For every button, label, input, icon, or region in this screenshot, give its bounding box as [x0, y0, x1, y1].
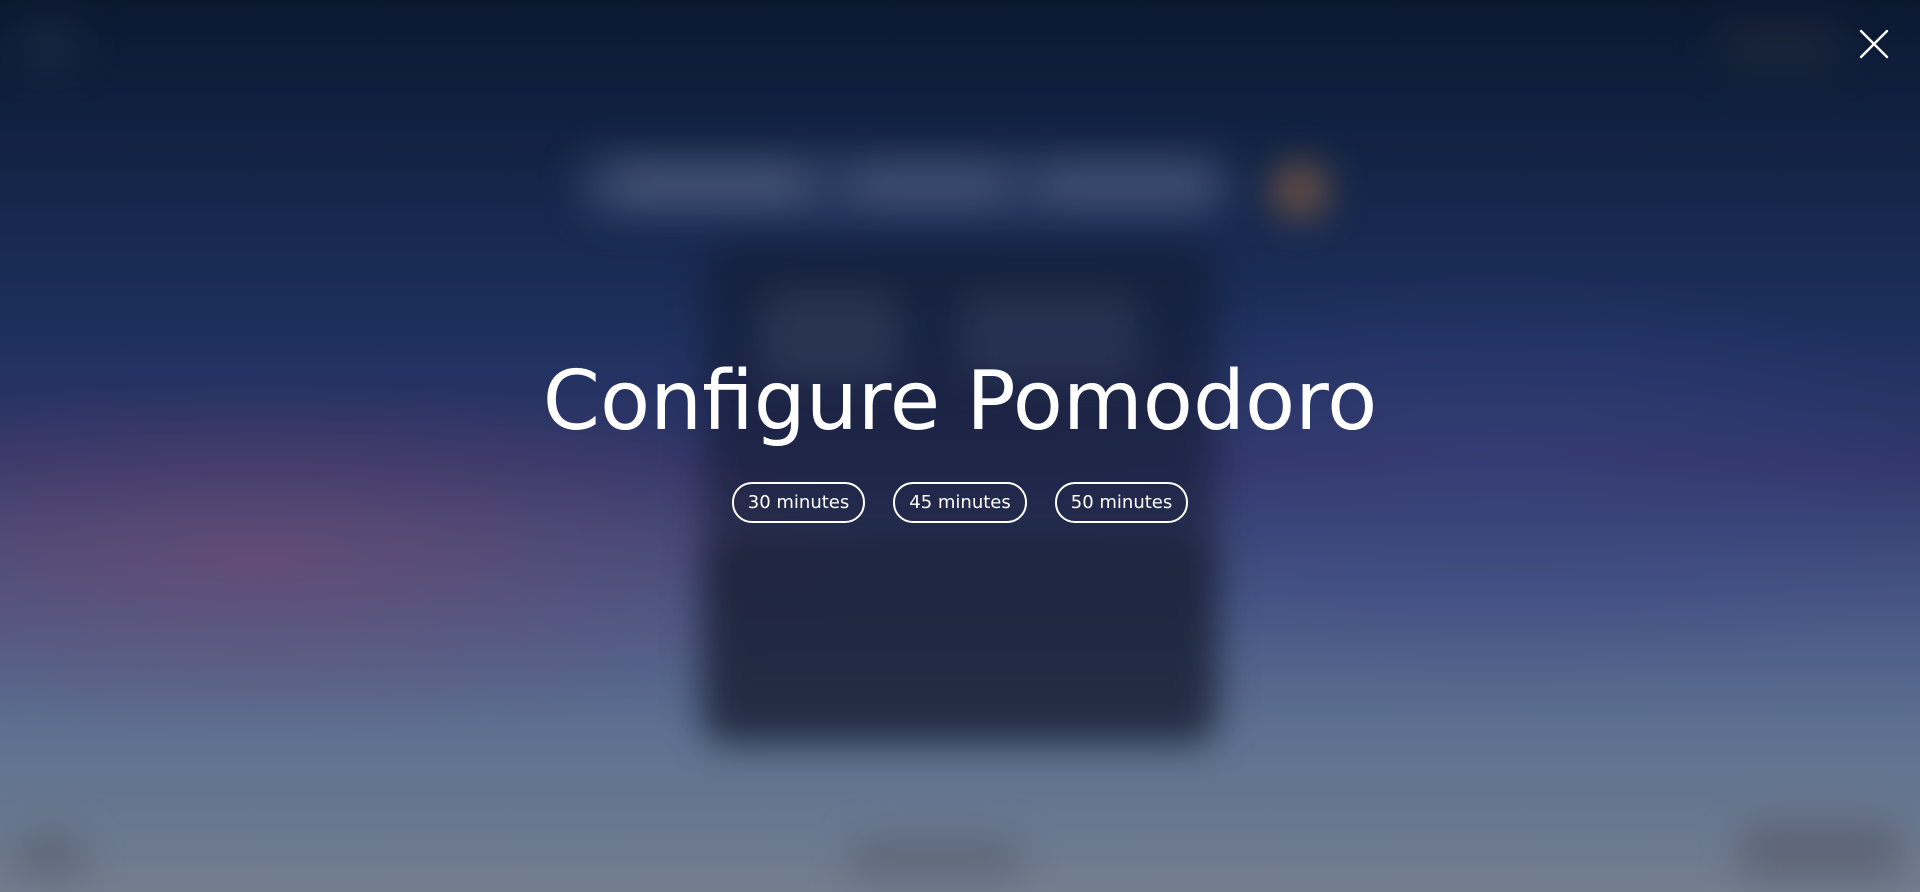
option-50-minutes-button[interactable]: 50 minutes	[1054, 482, 1189, 523]
duration-options: 30 minutes 45 minutes 50 minutes	[731, 482, 1189, 523]
close-button[interactable]	[1854, 24, 1894, 64]
pomodoro-config-dialog: Configure Pomodoro 30 minutes 45 minutes…	[0, 352, 1920, 523]
option-45-minutes-button[interactable]: 45 minutes	[893, 482, 1027, 523]
option-30-minutes-button[interactable]: 30 minutes	[731, 482, 866, 523]
dialog-title: Configure Pomodoro	[542, 354, 1378, 449]
close-icon	[1859, 29, 1889, 59]
